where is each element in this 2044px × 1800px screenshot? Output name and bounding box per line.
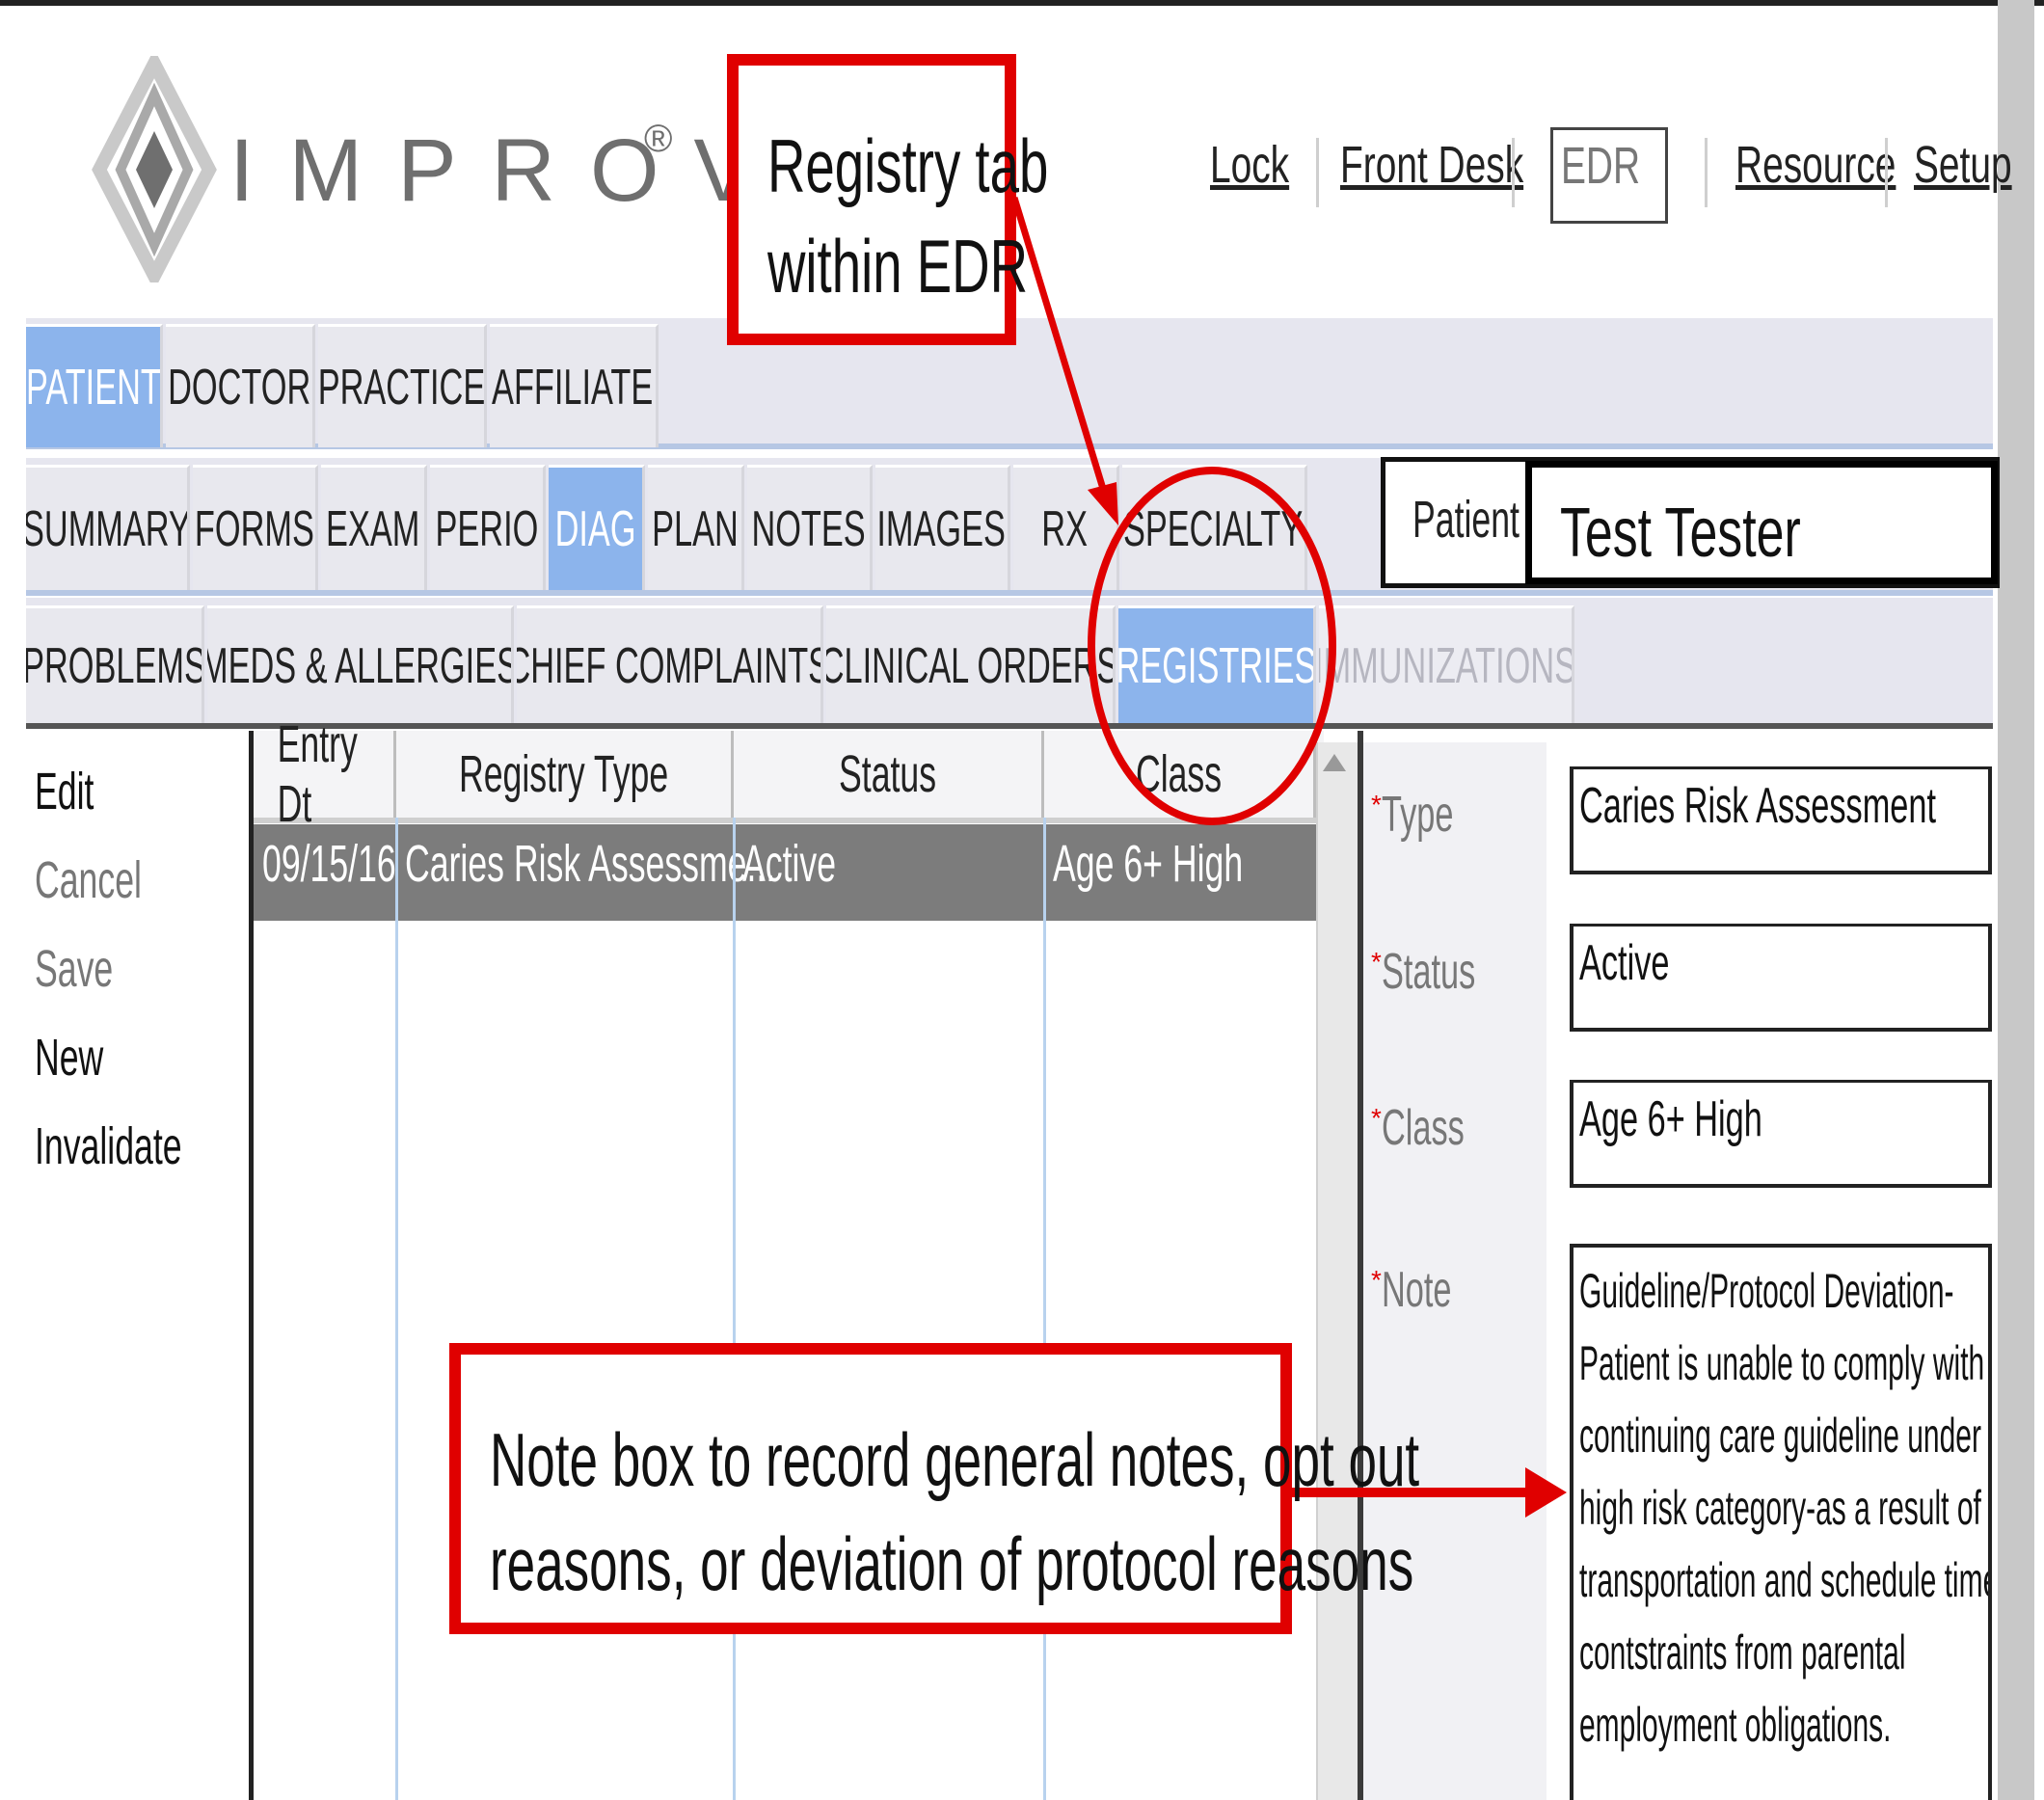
window-edge bbox=[1998, 0, 2034, 1800]
tab-meds-allergies[interactable]: MEDS & ALLERGIES bbox=[207, 605, 514, 723]
column-divider bbox=[395, 818, 398, 1800]
new-action[interactable]: New bbox=[35, 1028, 139, 1088]
nav-divider bbox=[1316, 138, 1319, 207]
note-line: continuing care guideline under bbox=[1579, 1409, 1981, 1463]
edit-action[interactable]: Edit bbox=[35, 762, 124, 821]
tab-forms[interactable]: FORMS bbox=[193, 465, 318, 590]
tab-immunizations[interactable]: IMMUNIZATIONS bbox=[1319, 605, 1574, 723]
patient-name: Test Tester bbox=[1560, 495, 1801, 572]
note-line: Guideline/Protocol Deviation- bbox=[1579, 1264, 1954, 1318]
invalidate-action[interactable]: Invalidate bbox=[35, 1116, 257, 1176]
nav-divider bbox=[1885, 138, 1888, 207]
setup-link[interactable]: Setup bbox=[1914, 135, 2012, 195]
registry-tab-callout: Registry tab within EDR bbox=[727, 54, 1048, 345]
tab-patient[interactable]: PATIENT bbox=[26, 324, 163, 447]
nav-divider bbox=[1512, 138, 1515, 207]
tab-doctor[interactable]: DOCTOR bbox=[166, 324, 315, 447]
cell-class: Age 6+ High bbox=[1053, 835, 1244, 893]
class-label: *Class bbox=[1371, 1100, 1465, 1156]
column-class[interactable]: Class bbox=[1044, 731, 1316, 818]
resource-link[interactable]: Resource bbox=[1735, 135, 1896, 195]
lock-link[interactable]: Lock bbox=[1210, 135, 1289, 195]
front-desk-link[interactable]: Front Desk bbox=[1340, 135, 1523, 195]
note-textarea[interactable]: Guideline/Protocol Deviation- Patient is… bbox=[1570, 1244, 1992, 1800]
type-field[interactable]: Caries Risk Assessment bbox=[1570, 766, 1992, 874]
tab-clinical-orders[interactable]: CLINICAL ORDERS bbox=[826, 605, 1116, 723]
note-box-callout: Note box to record general notes, opt ou… bbox=[449, 1343, 1419, 1634]
column-divider bbox=[733, 818, 736, 1800]
top-border bbox=[0, 0, 2044, 6]
column-status[interactable]: Status bbox=[734, 731, 1044, 818]
tab-diag[interactable]: DIAG bbox=[549, 465, 645, 590]
note-label: *Note bbox=[1371, 1262, 1452, 1318]
type-label: *Type bbox=[1371, 787, 1454, 843]
tab-problems[interactable]: PROBLEMS bbox=[26, 605, 204, 723]
status-label: *Status bbox=[1371, 944, 1476, 1000]
tab-summary[interactable]: SUMMARY bbox=[26, 465, 190, 590]
note-line: transportation and schedule time bbox=[1579, 1553, 1992, 1607]
column-divider bbox=[1043, 818, 1046, 1800]
column-entry-dt[interactable]: Entry Dt bbox=[254, 715, 396, 833]
tab-affiliate[interactable]: AFFILIATE bbox=[490, 324, 659, 447]
improvis-logo-icon bbox=[92, 56, 217, 282]
tab-plan[interactable]: PLAN bbox=[648, 465, 744, 590]
tab-practice[interactable]: PRACTICE bbox=[318, 324, 487, 447]
tab-chief-complaints[interactable]: CHIEF COMPLAINTS bbox=[517, 605, 823, 723]
tab-specialty[interactable]: SPECIALTY bbox=[1122, 465, 1307, 590]
column-registry-type[interactable]: Registry Type bbox=[396, 731, 734, 818]
tab-perio[interactable]: PERIO bbox=[430, 465, 546, 590]
save-action[interactable]: Save bbox=[35, 939, 153, 999]
note-line: high risk category-as a result of bbox=[1579, 1481, 1981, 1535]
grid-scrollbar[interactable] bbox=[1316, 742, 1358, 1800]
cancel-action[interactable]: Cancel bbox=[35, 850, 197, 910]
scroll-up-arrow-icon[interactable] bbox=[1323, 754, 1346, 771]
status-field[interactable]: Active bbox=[1570, 924, 1992, 1032]
tab-registries[interactable]: REGISTRIES bbox=[1118, 605, 1316, 723]
class-field[interactable]: Age 6+ High bbox=[1570, 1080, 1992, 1188]
tab-bar-divider bbox=[26, 590, 1993, 596]
tab-exam[interactable]: EXAM bbox=[321, 465, 427, 590]
note-line: Patient is unable to comply with bbox=[1579, 1336, 1985, 1390]
tab-notes[interactable]: NOTES bbox=[747, 465, 873, 590]
edr-link[interactable]: EDR bbox=[1550, 127, 1668, 224]
note-line: employment obligations. bbox=[1579, 1698, 1892, 1752]
brand-reg-mark: ® bbox=[644, 118, 673, 160]
nav-divider bbox=[1705, 138, 1708, 207]
note-line: contstraints from parental bbox=[1579, 1625, 1906, 1679]
tab-rx[interactable]: RX bbox=[1013, 465, 1119, 590]
tab-images[interactable]: IMAGES bbox=[875, 465, 1010, 590]
cell-status: Active bbox=[742, 835, 837, 893]
